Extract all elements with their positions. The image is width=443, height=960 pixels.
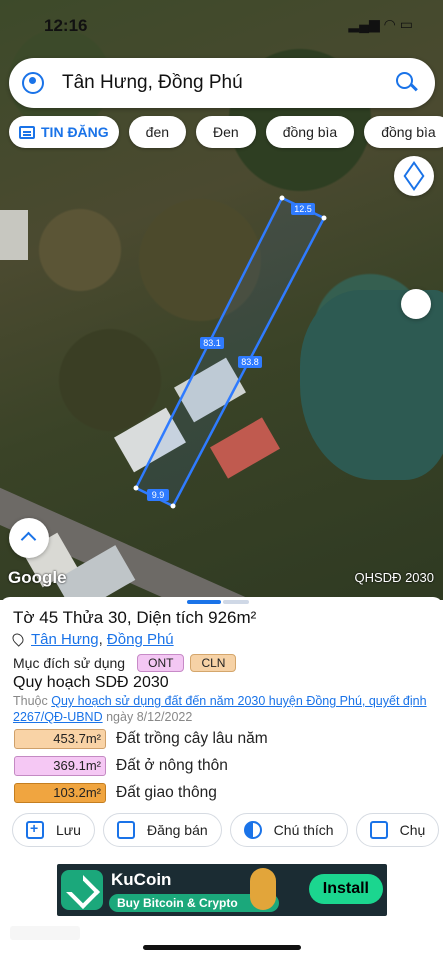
bookmark-plus-icon <box>26 820 44 839</box>
ad-brand: KuCoin <box>111 870 172 889</box>
map-pin-icon <box>10 631 26 647</box>
plan-prefix: Thuộc <box>13 694 48 708</box>
vertex <box>133 485 139 491</box>
edge-label: 9.9 <box>147 489 169 501</box>
chip-dong-bia-2[interactable]: đồng bìa <box>364 116 443 148</box>
action-label: Lưu <box>56 822 81 838</box>
edge-label-right: 83.8 <box>241 357 259 367</box>
chip-den-upper[interactable]: Đen <box>196 116 256 148</box>
allocation-row: 103.2m² Đất giao thông <box>14 783 217 803</box>
search-query[interactable]: Tân Hưng, Đồng Phú <box>62 72 393 94</box>
allocation-area: 453.7m² <box>14 729 106 749</box>
action-label: Chú thích <box>273 822 334 838</box>
kucoin-logo-icon <box>61 870 103 910</box>
capture-button[interactable]: Chụ <box>355 813 440 847</box>
chip-label: TIN ĐĂNG <box>41 124 109 140</box>
bitcoin-coin-icon <box>250 868 276 910</box>
edge-label-top: 12.5 <box>294 204 312 214</box>
action-bar: Lưu Đăng bán Chú thích Chụ <box>12 813 440 847</box>
plan-title: Quy hoạch SDĐ 2030 <box>13 674 169 691</box>
district-link[interactable]: Đồng Phú <box>107 631 174 648</box>
search-icon[interactable] <box>393 69 421 97</box>
allocation-label: Đất trồng cây lâu năm <box>116 730 268 747</box>
allocation-row: 453.7m² Đất trồng cây lâu năm <box>14 729 268 749</box>
status-time: 12:16 <box>44 16 88 35</box>
allocation-row: 369.1m² Đất ở nông thôn <box>14 756 228 776</box>
purpose-tag-cln: CLN <box>190 654 237 672</box>
edge-label-left: 83.1 <box>203 338 221 348</box>
chip-dong-bia-1[interactable]: đồng bìa <box>265 116 355 148</box>
vertex <box>279 195 285 201</box>
filter-chips: TIN ĐĂNG đen Đen đồng bìa đồng bìa <box>9 116 443 148</box>
purpose-label: Mục đích sử dụng <box>13 655 126 671</box>
google-attribution: Google <box>8 568 67 587</box>
ad-banner[interactable]: KuCoin Buy Bitcoin & Crypto Install <box>57 864 387 916</box>
purpose-tag-ont: ONT <box>137 654 185 672</box>
sheet-pager-inactive[interactable] <box>223 600 249 604</box>
chip-label: đen <box>145 124 170 140</box>
location-icon[interactable] <box>22 72 44 94</box>
plan-note: Thuộc Quy hoạch sử dụng đất đến năm 2030… <box>13 693 433 725</box>
edge-label: 83.1 <box>200 337 224 349</box>
edge-label-bottom: 9.9 <box>152 490 165 500</box>
sheet-pager-active[interactable] <box>187 600 221 604</box>
chevron-up-icon[interactable] <box>9 518 49 558</box>
allocation-label: Đất giao thông <box>116 784 217 801</box>
edge-label: 83.8 <box>238 356 262 368</box>
land-purpose: Mục đích sử dụng ONT CLN <box>13 654 237 672</box>
list-for-sale-button[interactable]: Đăng bán <box>102 813 222 847</box>
search-bar[interactable]: Tân Hưng, Đồng Phú <box>9 58 435 108</box>
legend-button[interactable]: Chú thích <box>229 813 348 847</box>
chip-label: Đen <box>213 124 239 140</box>
chip-label: đồng bìa <box>282 124 338 140</box>
chip-label: đồng bìa <box>381 124 436 140</box>
listing-icon <box>19 125 35 139</box>
action-label: Đăng bán <box>146 822 208 838</box>
scroll-handle[interactable] <box>401 289 431 319</box>
listing-icon <box>116 821 135 839</box>
plan-link[interactable]: Quy hoạch sử dụng đất đến năm 2030 huyện… <box>13 694 427 724</box>
chip-tin-dang[interactable]: TIN ĐĂNG <box>9 116 119 148</box>
parcel-title: Tờ 45 Thửa 30, Diện tích 926m² <box>13 608 257 627</box>
plan-date: ngày 8/12/2022 <box>106 710 193 724</box>
save-button[interactable]: Lưu <box>12 813 95 847</box>
chip-den-lower[interactable]: đen <box>128 116 187 148</box>
status-icons: ▂▄▆ ◠ ▭ <box>348 16 413 32</box>
camera-icon <box>369 821 388 839</box>
ad-install-button[interactable]: Install <box>308 874 383 904</box>
layers-icon[interactable] <box>394 156 434 196</box>
allocation-label: Đất ở nông thôn <box>116 757 228 774</box>
layer-label: QHSDĐ 2030 <box>354 570 434 585</box>
watermark <box>10 926 80 940</box>
parcel-address: Tân Hưng, Đồng Phú <box>10 631 174 648</box>
allocation-area: 103.2m² <box>14 783 106 803</box>
home-indicator[interactable] <box>143 945 301 950</box>
legend-icon <box>243 821 262 839</box>
commune-link[interactable]: Tân Hưng <box>31 631 99 648</box>
address-separator: , <box>98 631 103 648</box>
edge-label: 12.5 <box>291 203 315 215</box>
vertex <box>170 503 176 509</box>
vertex <box>321 215 327 221</box>
action-label: Chụ <box>399 822 426 838</box>
allocation-area: 369.1m² <box>14 756 106 776</box>
